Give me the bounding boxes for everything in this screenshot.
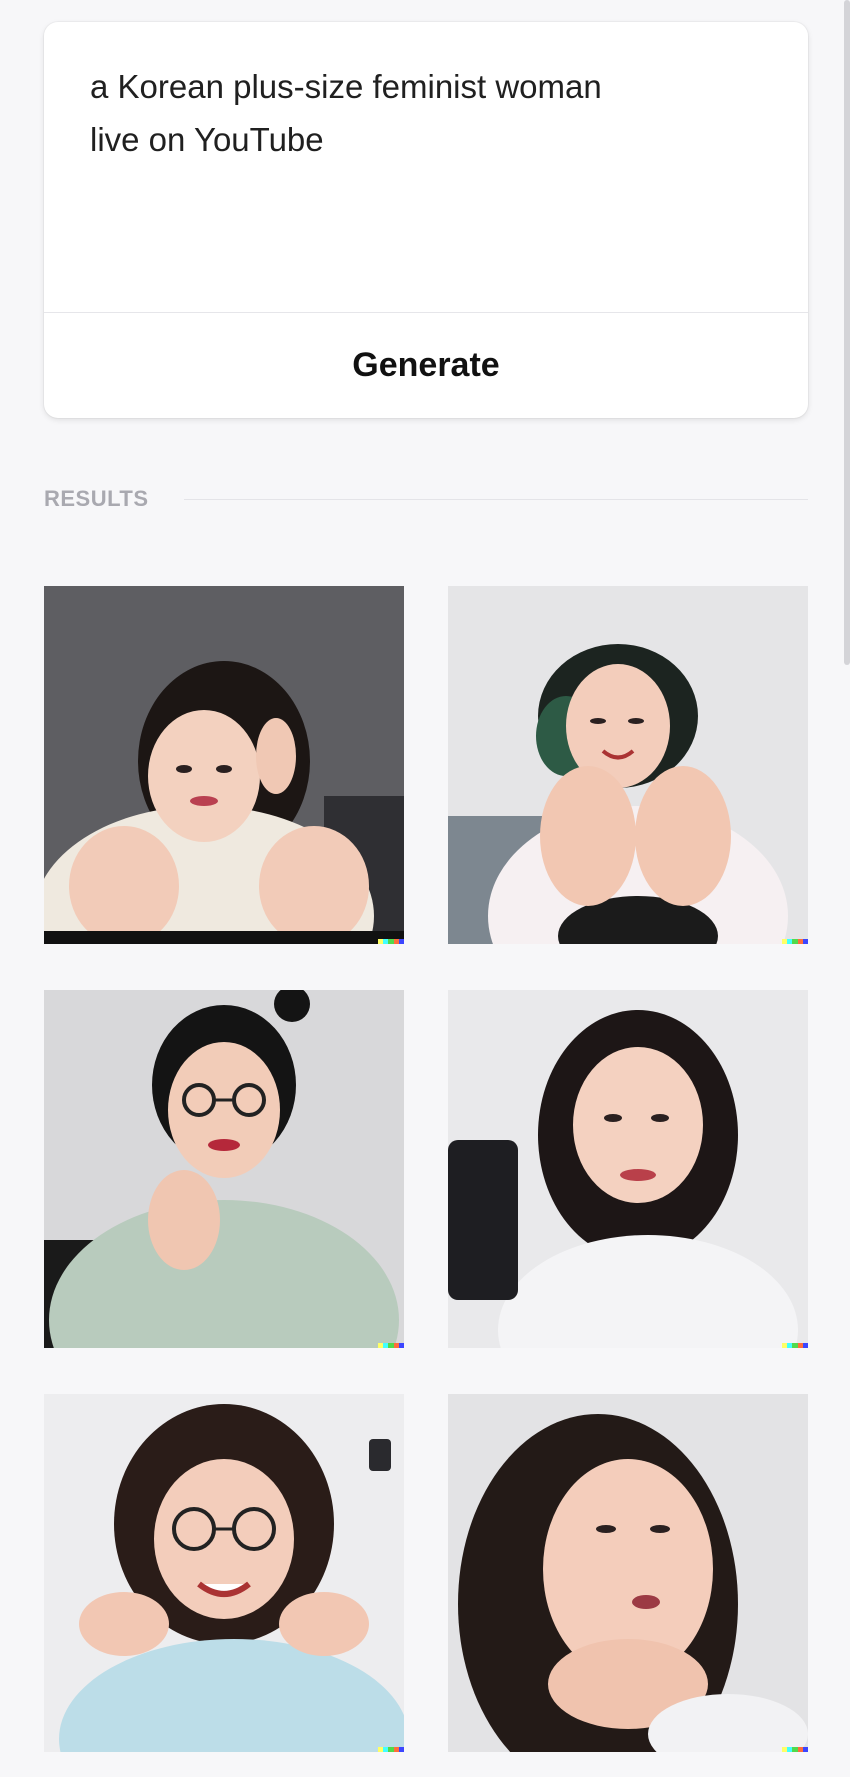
result-image-6[interactable] [448,1394,808,1752]
prompt-input[interactable]: a Korean plus-size feminist woman live o… [90,60,750,166]
watermark-badge [378,1343,404,1348]
result-image-3[interactable] [44,990,404,1348]
result-image-1[interactable] [44,586,404,944]
results-header: RESULTS [44,484,808,514]
portrait-image [44,990,404,1348]
result-image-2[interactable] [448,586,808,944]
watermark-badge [378,1747,404,1752]
watermark-badge [782,939,808,944]
portrait-image [44,1394,404,1752]
portrait-image [44,586,404,944]
generate-button[interactable]: Generate [44,313,808,418]
watermark-badge [378,939,404,944]
result-image-4[interactable] [448,990,808,1348]
portrait-image [448,990,808,1348]
scrollbar-thumb[interactable] [844,0,850,665]
portrait-image [448,586,808,944]
results-label: RESULTS [44,486,149,511]
portrait-image [448,1394,808,1752]
watermark-badge [782,1343,808,1348]
prompt-card: a Korean plus-size feminist woman live o… [44,22,808,418]
result-image-5[interactable] [44,1394,404,1752]
results-divider [184,499,808,500]
watermark-badge [782,1747,808,1752]
scrollbar[interactable] [844,0,850,1777]
